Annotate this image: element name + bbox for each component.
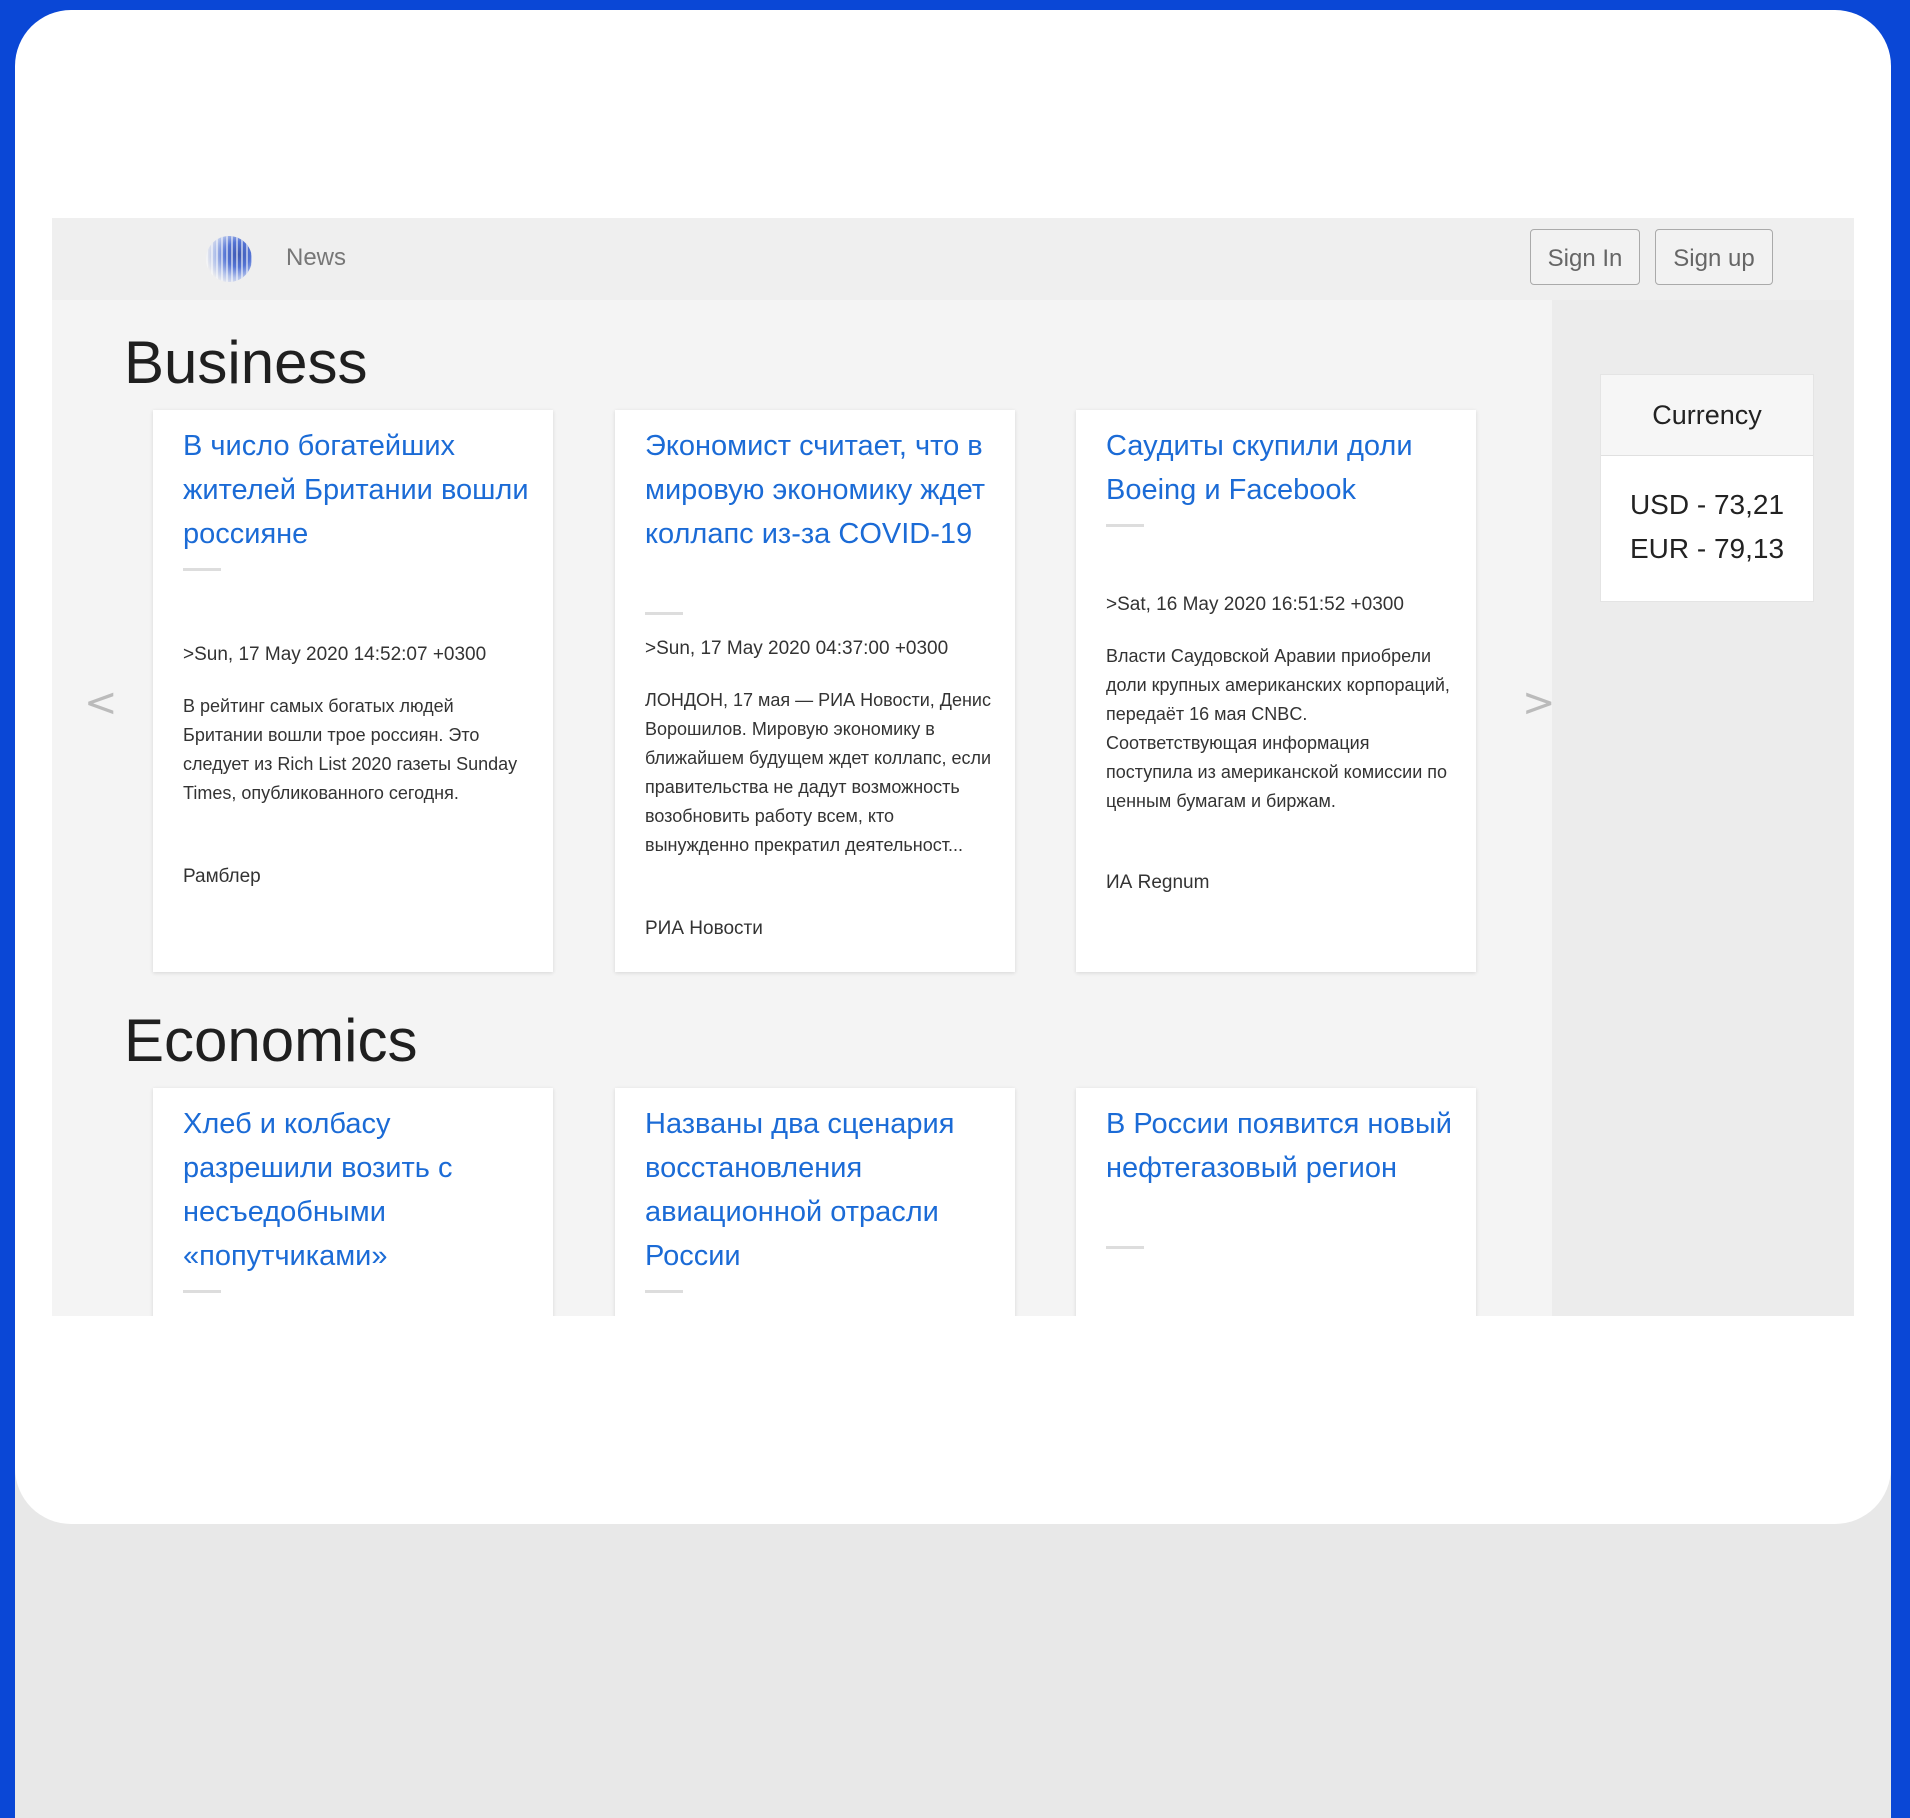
currency-widget: Currency USD - 73,21 EUR - 79,13 bbox=[1600, 374, 1814, 602]
news-title-link[interactable]: Экономист считает, что в мировую экономи… bbox=[645, 424, 995, 556]
title-divider bbox=[1106, 524, 1144, 527]
news-title-link[interactable]: Названы два сценария восстановления авиа… bbox=[645, 1102, 995, 1278]
sign-in-button[interactable]: Sign In bbox=[1530, 229, 1640, 285]
news-title-link[interactable]: Хлеб и колбасу разрешили возить с несъед… bbox=[183, 1102, 533, 1278]
news-description: ЛОНДОН, 17 мая — РИА Новости, Денис Воро… bbox=[645, 690, 992, 855]
brand-link[interactable]: News bbox=[286, 244, 346, 272]
section-title-business: Business bbox=[124, 329, 368, 396]
news-description: В рейтинг самых богатых людей Британии в… bbox=[183, 696, 518, 803]
globe-logo-icon[interactable] bbox=[206, 236, 252, 282]
news-page: News Sign In Sign up Business < > В числ… bbox=[52, 218, 1854, 1316]
news-description: Власти Саудовской Аравии приобрели доли … bbox=[1106, 646, 1450, 811]
title-divider bbox=[645, 1290, 683, 1293]
currency-title: Currency bbox=[1601, 375, 1813, 456]
news-card[interactable]: Названы два сценария восстановления авиа… bbox=[615, 1088, 1015, 1316]
news-card[interactable]: Экономист считает, что в мировую экономи… bbox=[615, 410, 1015, 972]
usd-rate: USD - 73,21 bbox=[1629, 489, 1785, 520]
news-title-link[interactable]: Саудиты скупили доли Boeing и Facebook bbox=[1106, 424, 1456, 512]
news-card[interactable]: В число богатейших жителей Британии вошл… bbox=[153, 410, 553, 972]
news-source: РИА Новости bbox=[645, 918, 763, 939]
title-divider bbox=[1106, 1246, 1144, 1249]
news-source: Рамблер bbox=[183, 866, 261, 887]
title-divider bbox=[645, 612, 683, 615]
news-card[interactable]: В России появится новый нефтегазовый рег… bbox=[1076, 1088, 1476, 1316]
carousel-next-icon[interactable]: > bbox=[1522, 680, 1556, 726]
navbar: News Sign In Sign up bbox=[52, 218, 1854, 300]
news-source: ИА Regnum bbox=[1106, 872, 1210, 893]
news-card[interactable]: Хлеб и колбасу разрешили возить с несъед… bbox=[153, 1088, 553, 1316]
main-content: Business < > В число богатейших жителей … bbox=[52, 300, 1556, 1316]
news-date: >Sat, 16 May 2020 16:51:52 +0300 bbox=[1106, 594, 1404, 615]
carousel-prev-icon[interactable]: < bbox=[84, 680, 118, 726]
news-card[interactable]: Саудиты скупили доли Boeing и Facebook >… bbox=[1076, 410, 1476, 972]
news-date: >Sun, 17 May 2020 14:52:07 +0300 bbox=[183, 644, 487, 665]
eur-rate: EUR - 79,13 bbox=[1629, 533, 1785, 564]
title-divider bbox=[183, 568, 221, 571]
sign-up-button[interactable]: Sign up bbox=[1655, 229, 1773, 285]
news-title-link[interactable]: В число богатейших жителей Британии вошл… bbox=[183, 424, 533, 556]
news-date: >Sun, 17 May 2020 04:37:00 +0300 bbox=[645, 638, 949, 659]
news-title-link[interactable]: В России появится новый нефтегазовый рег… bbox=[1106, 1102, 1456, 1190]
title-divider bbox=[183, 1290, 221, 1293]
section-title-economics: Economics bbox=[124, 1007, 418, 1074]
